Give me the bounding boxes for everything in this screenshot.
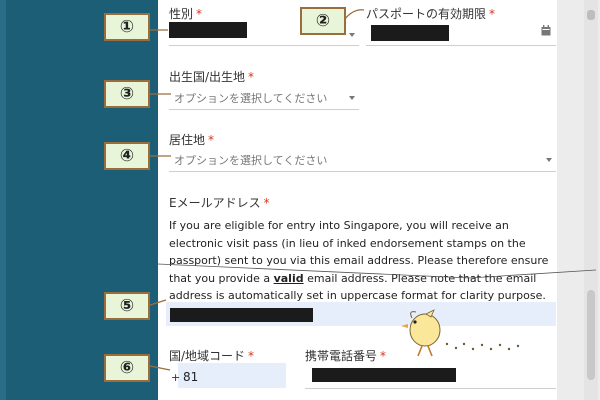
scrollbar-thumb[interactable] bbox=[587, 290, 595, 380]
gender-value-redacted bbox=[169, 22, 247, 38]
gender-select[interactable] bbox=[169, 45, 359, 46]
valid-emphasis: valid bbox=[273, 271, 304, 285]
email-instructions: If you are eligible for entry into Singa… bbox=[169, 219, 549, 302]
mobile-number-label: 携帯電話番号 * bbox=[305, 349, 387, 363]
passport-expiry-input[interactable] bbox=[366, 45, 556, 46]
mobile-number-input[interactable] bbox=[305, 388, 556, 389]
annotation-badge-3: ③ bbox=[104, 80, 150, 108]
residence-placeholder[interactable]: オプションを選択してください bbox=[174, 152, 327, 168]
residence-label: 居住地 * bbox=[169, 133, 215, 147]
email-value-redacted bbox=[170, 308, 313, 322]
left-panel-edge bbox=[0, 0, 6, 400]
chick-illustration bbox=[401, 309, 520, 357]
passport-expiry-label: パスポートの有効期限 * bbox=[366, 7, 496, 21]
mobile-number-value-redacted bbox=[312, 368, 456, 382]
gender-dropdown-arrow-icon[interactable] bbox=[349, 33, 355, 37]
scrollbar-thumb-top[interactable] bbox=[587, 10, 595, 20]
passport-expiry-value-redacted bbox=[371, 25, 449, 41]
annotation-badge-5: ⑤ bbox=[104, 292, 150, 320]
residence-dropdown-arrow-icon[interactable] bbox=[546, 158, 552, 162]
birth-country-select[interactable] bbox=[169, 109, 359, 110]
annotation-badge-2: ② bbox=[300, 7, 346, 35]
country-code-plus: + bbox=[171, 371, 181, 384]
gender-label: 性別 * bbox=[169, 7, 203, 21]
email-label: Eメールアドレス * bbox=[169, 196, 270, 210]
birth-country-label: 出生国/出生地 * bbox=[169, 70, 255, 84]
annotation-badge-4: ④ bbox=[104, 142, 150, 170]
left-background-panel bbox=[0, 0, 158, 400]
birth-country-dropdown-arrow-icon[interactable] bbox=[349, 96, 355, 100]
birth-country-placeholder[interactable]: オプションを選択してください bbox=[174, 90, 327, 106]
annotation-badge-6: ⑥ bbox=[104, 354, 150, 382]
calendar-icon[interactable] bbox=[541, 25, 551, 36]
residence-select[interactable] bbox=[169, 171, 556, 172]
annotation-badge-1: ① bbox=[104, 13, 150, 41]
country-code-value[interactable]: 81 bbox=[183, 370, 198, 384]
country-code-label: 国/地域コード * bbox=[169, 349, 255, 363]
